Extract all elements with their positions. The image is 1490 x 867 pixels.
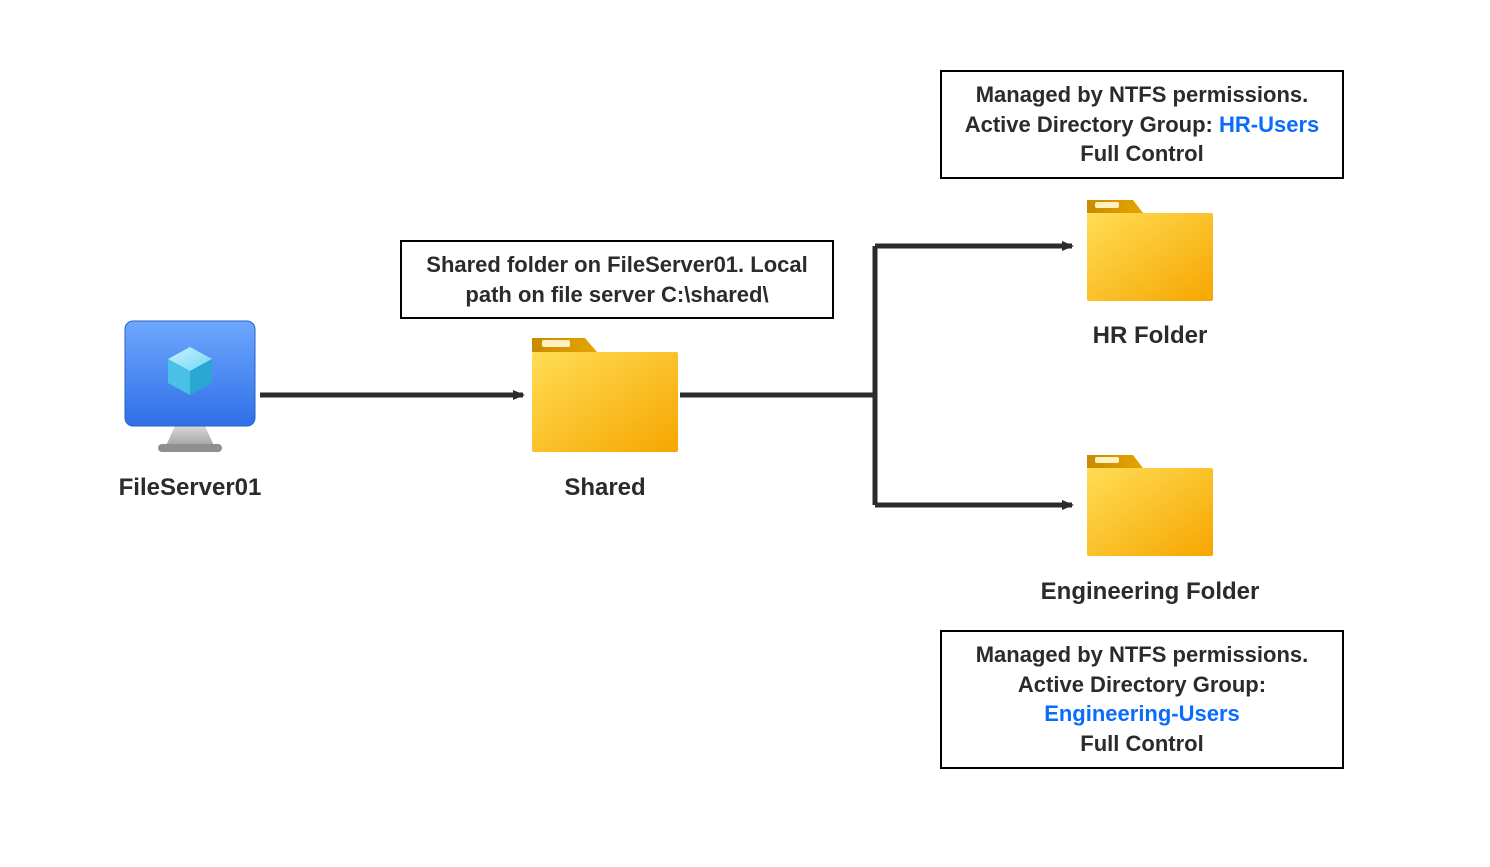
eng-note-line1: Managed by NTFS permissions.	[952, 640, 1332, 670]
hr-note-line2: Active Directory Group: HR-Users	[952, 110, 1332, 140]
eng-note-box: Managed by NTFS permissions. Active Dire…	[940, 630, 1344, 769]
eng-folder-icon	[1085, 450, 1215, 560]
eng-note-line2b: Engineering-Users	[952, 699, 1332, 729]
server-icon	[120, 316, 260, 456]
eng-note-group: Engineering-Users	[1044, 701, 1240, 726]
server-label: FileServer01	[90, 474, 290, 502]
hr-note-line1: Managed by NTFS permissions.	[952, 80, 1332, 110]
hr-note-group: HR-Users	[1219, 112, 1319, 137]
shared-note-box: Shared folder on FileServer01. Local pat…	[400, 240, 834, 319]
eng-note-line3: Full Control	[952, 729, 1332, 759]
diagram-stage: FileServer01 Shared folder on FileServer…	[0, 0, 1490, 867]
eng-note-line2a: Active Directory Group:	[952, 670, 1332, 700]
shared-folder-label: Shared	[505, 474, 705, 502]
shared-folder-icon	[530, 332, 680, 457]
hr-folder-label: HR Folder	[1030, 322, 1270, 350]
hr-note-line3: Full Control	[952, 139, 1332, 169]
eng-folder-label: Engineering Folder	[1000, 578, 1300, 606]
hr-note-box: Managed by NTFS permissions. Active Dire…	[940, 70, 1344, 179]
hr-folder-icon	[1085, 195, 1215, 305]
shared-note-text: Shared folder on FileServer01. Local pat…	[426, 252, 807, 307]
hr-note-prefix: Active Directory Group:	[965, 112, 1219, 137]
